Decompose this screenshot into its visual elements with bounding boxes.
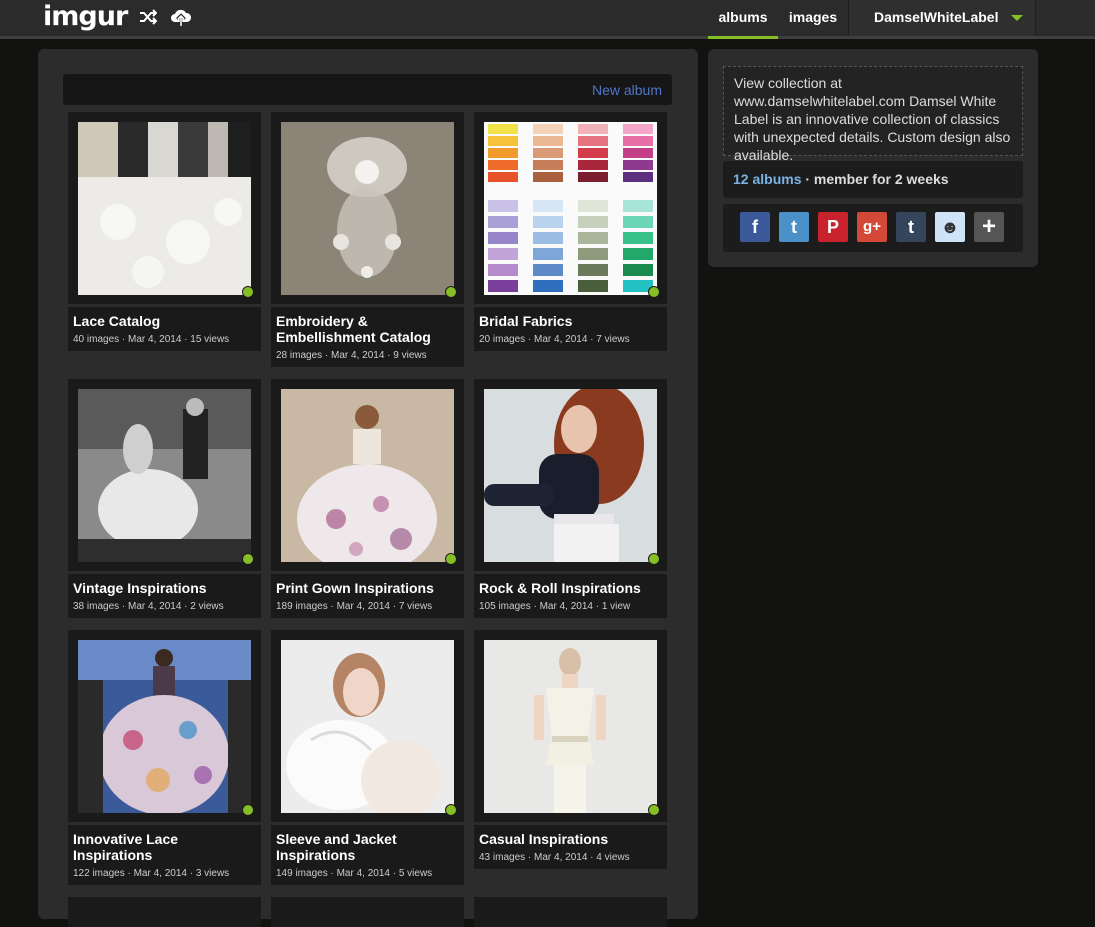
user-menu[interactable]: DamselWhiteLabel	[848, 0, 1036, 36]
top-bar: imgur albums images DamselWhiteLabel	[0, 0, 1095, 39]
album-cover-image	[78, 389, 251, 562]
album-meta: 189 images · Mar 4, 2014 · 7 views	[276, 601, 433, 612]
profile-sidebar: View collection at www.damselwhitelabel.…	[708, 49, 1038, 267]
album-cover-image	[484, 389, 657, 562]
more-share-icon[interactable]: +	[974, 212, 1004, 242]
album-info: Rock & Roll Inspirations 105 images · Ma…	[474, 574, 667, 618]
new-album-link[interactable]: New album	[592, 82, 662, 98]
chevron-down-icon	[1011, 15, 1023, 21]
album-card-partial[interactable]	[474, 897, 667, 927]
albums-panel: New album Lace Catalog 40 images · Mar 4…	[38, 49, 698, 927]
username-label: DamselWhiteLabel	[874, 9, 999, 25]
album-title[interactable]: Vintage Inspirations	[73, 580, 256, 596]
pinterest-icon[interactable]: P	[818, 212, 848, 242]
album-info: Vintage Inspirations 38 images · Mar 4, …	[68, 574, 261, 618]
facebook-icon[interactable]: f	[740, 212, 770, 242]
album-card-partial[interactable]	[68, 897, 261, 927]
status-dot	[648, 286, 660, 298]
imgur-logo[interactable]: imgur	[43, 2, 128, 32]
album-info: Lace Catalog 40 images · Mar 4, 2014 · 1…	[68, 307, 261, 351]
album-thumbnail[interactable]	[474, 630, 667, 822]
albums-toolbar: New album	[63, 74, 672, 105]
album-meta: 149 images · Mar 4, 2014 · 5 views	[276, 868, 433, 879]
status-dot	[242, 553, 254, 565]
album-cover-image	[281, 122, 454, 295]
album-info: Sleeve and Jacket Inspirations 149 image…	[271, 825, 464, 885]
album-title[interactable]: Embroidery & Embellishment Catalog	[276, 313, 459, 345]
google-plus-icon[interactable]: g+	[857, 212, 887, 242]
album-thumbnail[interactable]	[271, 379, 464, 571]
profile-bio: View collection at www.damselwhitelabel.…	[723, 66, 1023, 163]
album-title[interactable]: Innovative Lace Inspirations	[73, 831, 256, 863]
album-thumbnail[interactable]	[474, 379, 667, 571]
status-dot	[648, 804, 660, 816]
status-dot	[445, 804, 457, 816]
album-info: Casual Inspirations 43 images · Mar 4, 2…	[474, 825, 667, 869]
album-meta: 105 images · Mar 4, 2014 · 1 view	[479, 601, 631, 612]
album-count[interactable]: 12 albums	[733, 171, 801, 187]
tab-albums[interactable]: albums	[708, 0, 778, 39]
album-cover-image	[484, 122, 657, 295]
album-meta: 40 images · Mar 4, 2014 · 15 views	[73, 334, 230, 345]
album-meta: 38 images · Mar 4, 2014 · 2 views	[73, 601, 224, 612]
profile-stats: 12 albums · member for 2 weeks	[723, 161, 1023, 198]
album-thumbnail[interactable]	[68, 379, 261, 571]
album-meta: 122 images · Mar 4, 2014 · 3 views	[73, 868, 230, 879]
random-icon[interactable]	[139, 8, 158, 31]
album-title[interactable]: Sleeve and Jacket Inspirations	[276, 831, 459, 863]
member-since: · member for 2 weeks	[801, 171, 949, 187]
tab-images[interactable]: images	[778, 0, 848, 36]
reddit-icon[interactable]: ☻	[935, 212, 965, 242]
album-card-partial[interactable]	[271, 897, 464, 927]
album-title[interactable]: Casual Inspirations	[479, 831, 662, 847]
album-info: Innovative Lace Inspirations 122 images …	[68, 825, 261, 885]
album-cover-image	[78, 640, 251, 813]
status-dot	[242, 804, 254, 816]
share-bar: f t P g+ t ☻ +	[723, 204, 1023, 252]
album-title[interactable]: Bridal Fabrics	[479, 313, 662, 329]
upload-icon[interactable]	[170, 7, 192, 32]
album-thumbnail[interactable]	[68, 630, 261, 822]
album-meta: 43 images · Mar 4, 2014 · 4 views	[479, 852, 630, 863]
album-thumbnail[interactable]	[68, 112, 261, 304]
status-dot	[445, 286, 457, 298]
album-info: Print Gown Inspirations 189 images · Mar…	[271, 574, 464, 618]
album-info: Embroidery & Embellishment Catalog 28 im…	[271, 307, 464, 367]
album-cover-image	[484, 640, 657, 813]
album-info: Bridal Fabrics 20 images · Mar 4, 2014 ·…	[474, 307, 667, 351]
tumblr-icon[interactable]: t	[896, 212, 926, 242]
album-thumbnail[interactable]	[271, 112, 464, 304]
album-meta: 20 images · Mar 4, 2014 · 7 views	[479, 334, 630, 345]
album-title[interactable]: Lace Catalog	[73, 313, 256, 329]
album-cover-image	[281, 640, 454, 813]
album-cover-image	[78, 122, 251, 295]
album-meta: 28 images · Mar 4, 2014 · 9 views	[276, 350, 427, 361]
status-dot	[648, 553, 660, 565]
album-cover-image	[281, 389, 454, 562]
status-dot	[445, 553, 457, 565]
album-thumbnail[interactable]	[474, 112, 667, 304]
album-title[interactable]: Rock & Roll Inspirations	[479, 580, 662, 596]
status-dot	[242, 286, 254, 298]
album-thumbnail[interactable]	[271, 630, 464, 822]
album-title[interactable]: Print Gown Inspirations	[276, 580, 459, 596]
twitter-icon[interactable]: t	[779, 212, 809, 242]
